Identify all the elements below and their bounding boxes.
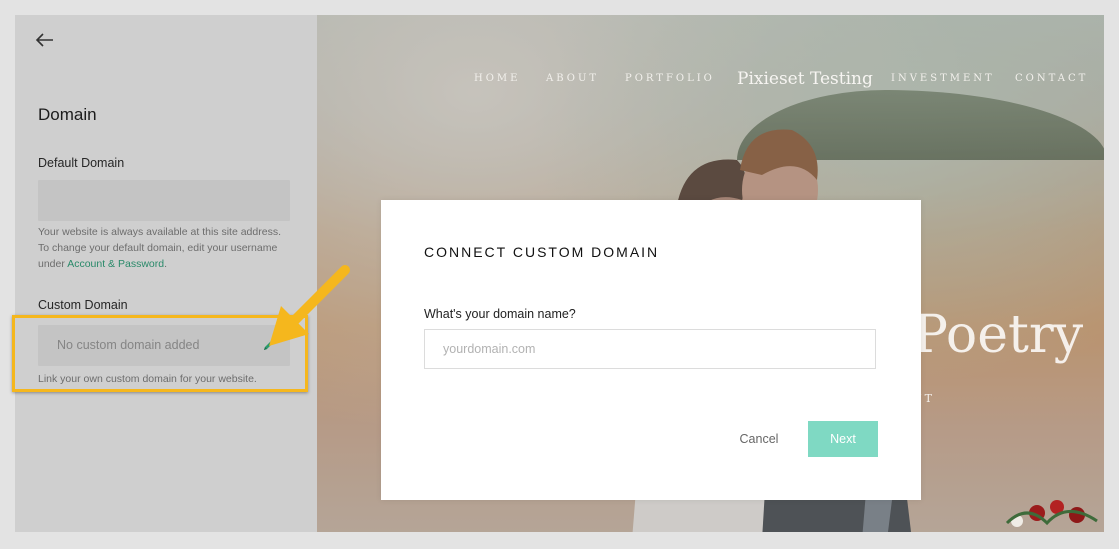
nav-home[interactable]: HOME <box>474 73 520 84</box>
help-suffix: . <box>164 258 168 270</box>
default-domain-field <box>38 180 290 221</box>
dialog-title: CONNECT CUSTOM DOMAIN <box>424 244 660 260</box>
nav-about[interactable]: ABOUT <box>546 73 599 84</box>
nav-investment[interactable]: INVESTMENT <box>891 73 995 84</box>
website-logo[interactable]: Pixieset Testing <box>737 69 873 89</box>
custom-domain-label: Custom Domain <box>38 298 128 312</box>
hero-title: Poetry <box>913 305 1084 365</box>
account-password-link[interactable]: Account & Password <box>67 258 164 270</box>
bouquet-image <box>1005 500 1098 527</box>
website-nav: HOME ABOUT PORTFOLIO Pixieset Testing IN… <box>317 69 1104 95</box>
next-button[interactable]: Next <box>808 421 878 457</box>
connect-domain-dialog: CONNECT CUSTOM DOMAIN What's your domain… <box>381 200 921 500</box>
arrow-left-icon[interactable] <box>33 31 55 49</box>
domain-name-label: What's your domain name? <box>424 307 576 321</box>
default-domain-label: Default Domain <box>38 156 125 170</box>
help-line-1: Your website is always available at this… <box>38 226 281 238</box>
cancel-button[interactable]: Cancel <box>719 421 799 457</box>
nav-portfolio[interactable]: PORTFOLIO <box>625 73 715 84</box>
nav-contact[interactable]: CONTACT <box>1015 73 1088 84</box>
domain-name-input[interactable] <box>424 329 876 369</box>
help-line-2: To change your default domain, edit your… <box>38 242 278 254</box>
help-prefix: under <box>38 258 65 270</box>
arrow-annotation-icon <box>269 265 350 346</box>
panel-title: Domain <box>38 105 97 124</box>
